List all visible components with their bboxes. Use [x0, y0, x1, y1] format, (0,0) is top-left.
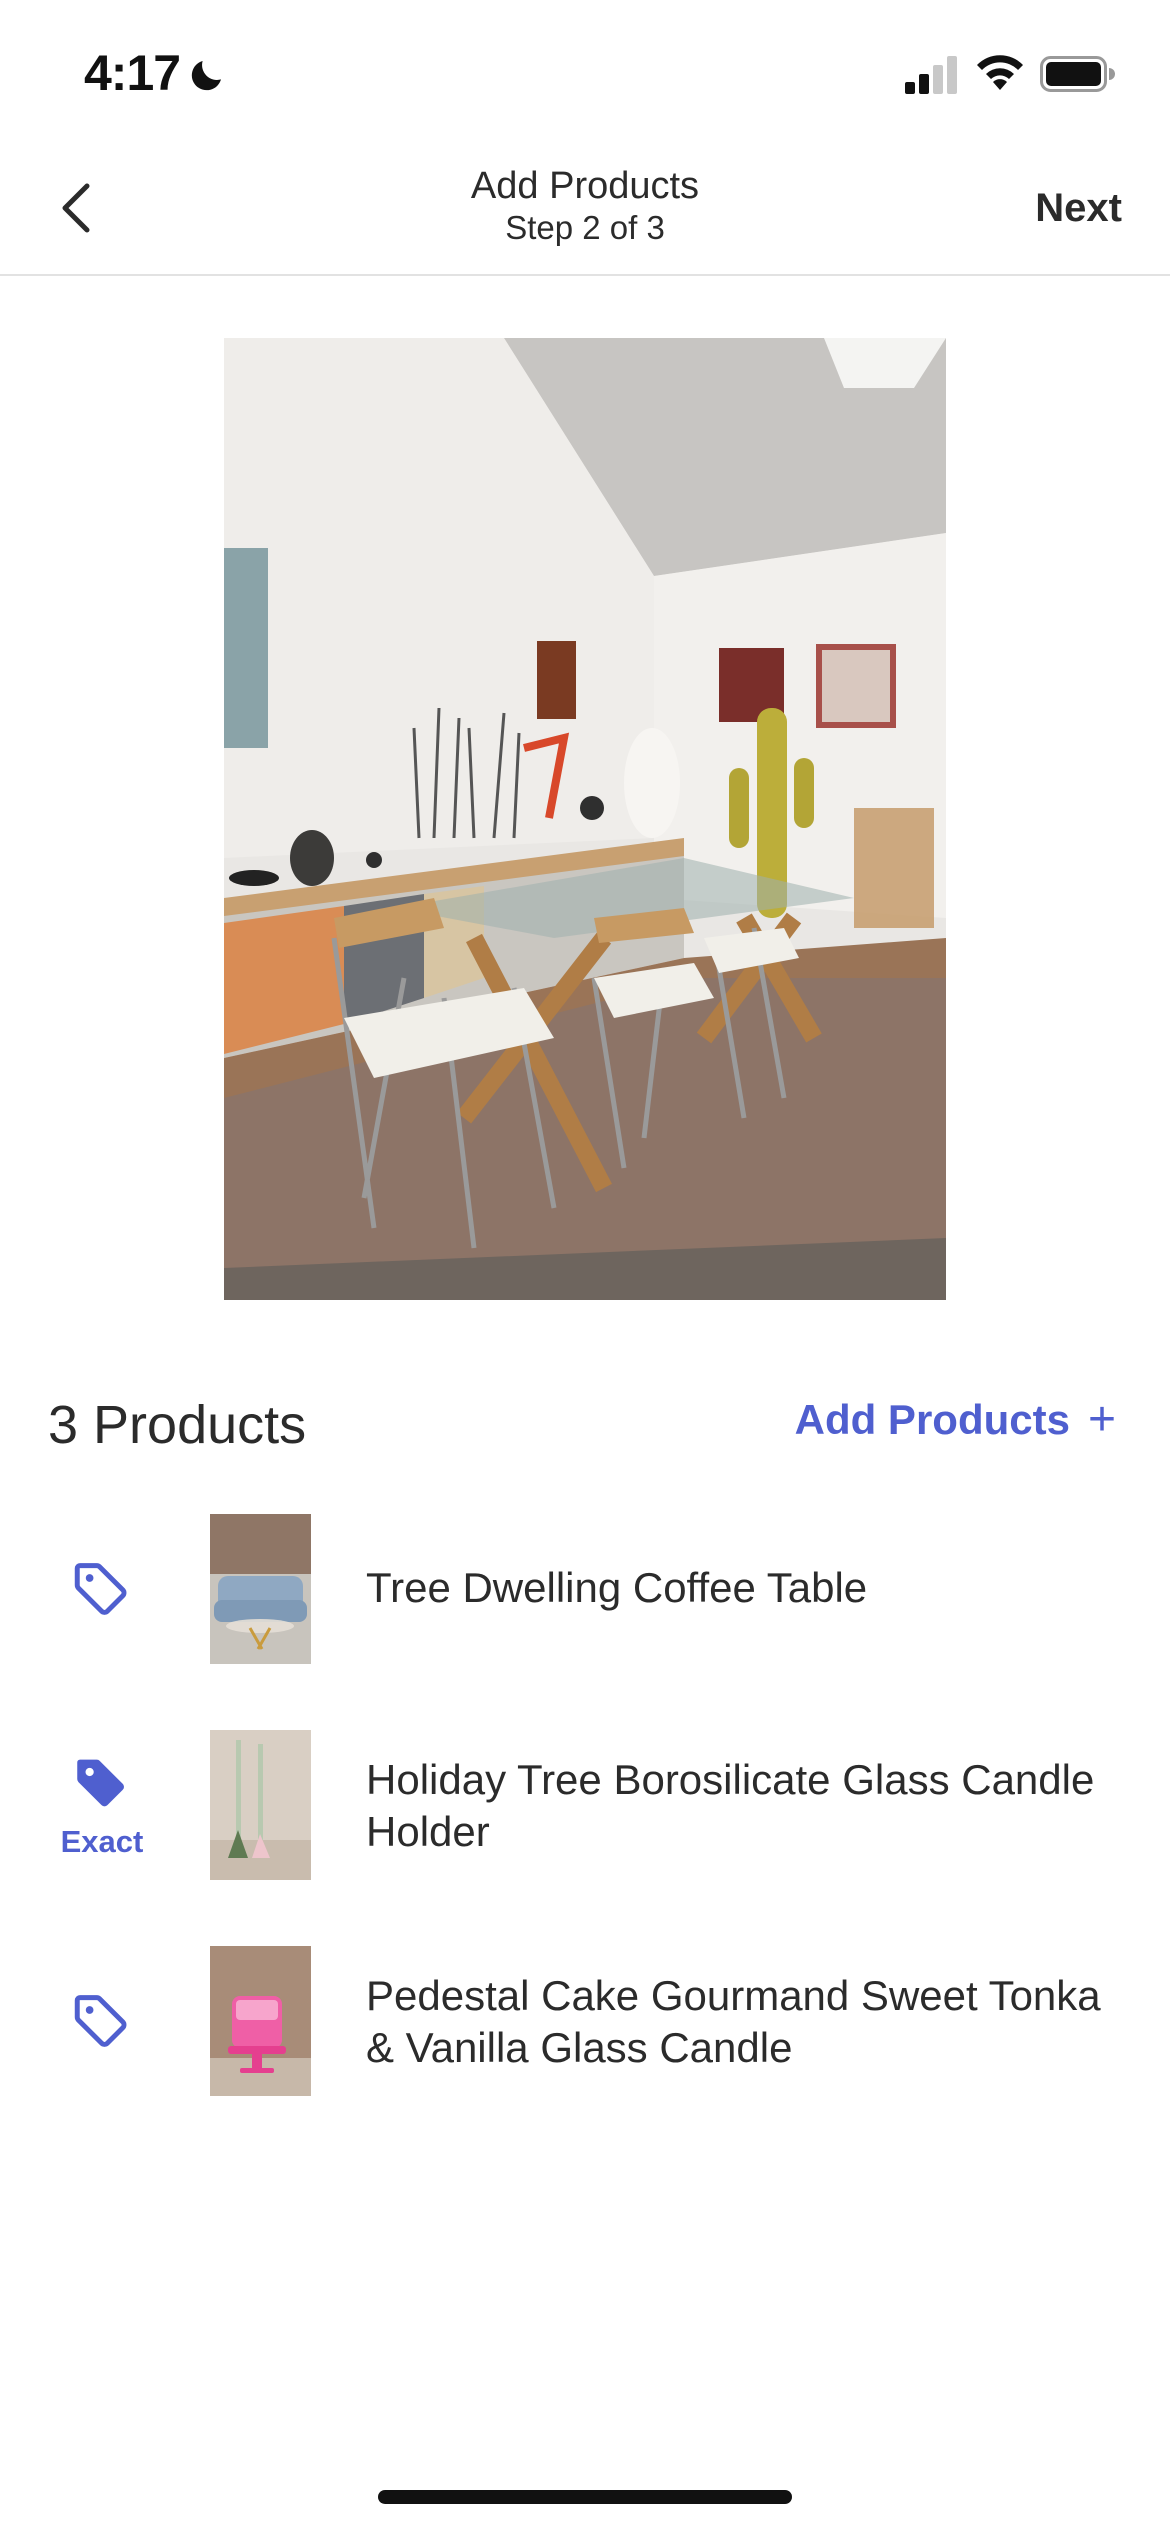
signal-icon [905, 56, 957, 94]
page-title: Add Products [470, 165, 700, 207]
tag-outline-icon [74, 1563, 127, 1615]
nav-bar: Add Products Step 2 of 3 Next [0, 140, 1170, 276]
tag-outline-icon [74, 1995, 127, 2047]
tag-button[interactable] [40, 1946, 164, 2096]
product-thumbnail [210, 1514, 311, 1664]
exact-match-label: Exact [60, 1824, 144, 1859]
home-indicator[interactable] [378, 2490, 792, 2504]
moon-icon [191, 61, 221, 91]
products-count: 3 Products [48, 1395, 307, 1455]
product-name: Pedestal Cake Gourmand Sweet Tonka & Van… [366, 1972, 1101, 2071]
status-bar: 4:17 [0, 0, 1170, 140]
plus-icon: + [1087, 1393, 1116, 1446]
product-row[interactable]: Pedestal Cake Gourmand Sweet Tonka & Van… [0, 1946, 1170, 2096]
back-button[interactable] [36, 168, 116, 248]
nav-title-group: Add Products Step 2 of 3 [300, 164, 870, 248]
tag-filled-icon [77, 1759, 124, 1807]
product-row[interactable]: Exact Holiday Tree Borosilicate Glass Ca… [0, 1730, 1170, 1880]
chevron-left-icon [62, 183, 90, 233]
dining-room-photo [224, 338, 946, 1300]
step-indicator: Step 2 of 3 [505, 209, 665, 246]
status-time: 4:17 [84, 45, 181, 101]
next-button[interactable]: Next [1035, 186, 1122, 231]
screen: 4:17 Add Products Step 2 of 3 Next 3 Pro… [0, 0, 1170, 2532]
tag-button[interactable] [40, 1514, 164, 1664]
product-name: Holiday Tree Borosilicate Glass Candle H… [366, 1756, 1095, 1855]
product-thumbnail [210, 1946, 311, 2096]
product-thumbnail [210, 1730, 311, 1880]
battery-icon [1040, 56, 1115, 92]
tag-button[interactable]: Exact [40, 1730, 164, 1880]
add-products-label: Add Products [794, 1396, 1070, 1443]
product-name: Tree Dwelling Coffee Table [366, 1564, 868, 1611]
add-products-button[interactable]: Add Products + [795, 1396, 1116, 1444]
product-row[interactable]: Tree Dwelling Coffee Table [0, 1514, 1170, 1664]
wifi-icon [977, 55, 1023, 90]
